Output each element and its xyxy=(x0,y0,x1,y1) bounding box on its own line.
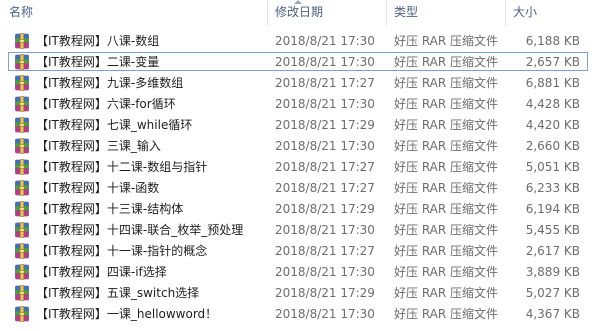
file-type: 好压 RAR 压缩文件 xyxy=(394,265,499,279)
file-type: 好压 RAR 压缩文件 xyxy=(394,76,499,90)
file-size: 4,428 KB xyxy=(525,97,580,111)
file-name: 【IT教程网】一课_hellowword！ xyxy=(36,307,218,321)
file-size: 6,194 KB xyxy=(525,202,580,216)
file-name: 【IT教程网】十课-函数 xyxy=(36,181,160,195)
file-type: 好压 RAR 压缩文件 xyxy=(394,139,499,153)
column-header-size[interactable]: 大小 xyxy=(513,0,537,26)
file-modified: 2018/8/21 17:30 xyxy=(275,139,375,153)
file-name: 【IT教程网】六课-for循环 xyxy=(36,97,176,111)
file-type: 好压 RAR 压缩文件 xyxy=(394,223,499,237)
file-modified: 2018/8/21 17:29 xyxy=(275,286,375,300)
file-size: 5,455 KB xyxy=(525,223,580,237)
file-name: 【IT教程网】九课-多维数组 xyxy=(36,76,184,90)
file-name: 【IT教程网】四课-if选择 xyxy=(36,265,167,279)
file-name: 【IT教程网】十四课-联合_枚举_预处理 xyxy=(36,223,244,237)
file-row[interactable]: 【IT教程网】十二课-数组与指针 2018/8/21 17:27 好压 RAR … xyxy=(0,157,596,177)
file-type: 好压 RAR 压缩文件 xyxy=(394,55,499,69)
file-modified: 2018/8/21 17:30 xyxy=(275,265,375,279)
column-header-bar: 名称 修改日期 类型 大小 xyxy=(0,0,596,26)
winrar-archive-icon xyxy=(14,222,30,238)
winrar-archive-icon xyxy=(14,159,30,175)
file-type: 好压 RAR 压缩文件 xyxy=(394,202,499,216)
file-row[interactable]: 【IT教程网】五课_switch选择 2018/8/21 17:29 好压 RA… xyxy=(0,283,596,303)
file-name: 【IT教程网】二课-变量 xyxy=(36,55,160,69)
file-modified: 2018/8/21 17:30 xyxy=(275,34,375,48)
winrar-archive-icon xyxy=(14,33,30,49)
column-divider[interactable] xyxy=(267,0,268,26)
file-row[interactable]: 【IT教程网】十四课-联合_枚举_预处理 2018/8/21 17:30 好压 … xyxy=(0,220,596,240)
file-modified: 2018/8/21 17:30 xyxy=(275,223,375,237)
file-modified: 2018/8/21 17:27 xyxy=(275,181,375,195)
winrar-archive-icon xyxy=(14,243,30,259)
file-row[interactable]: 【IT教程网】八课-数组 2018/8/21 17:30 好压 RAR 压缩文件… xyxy=(0,31,596,51)
file-row[interactable]: 【IT教程网】二课-变量 2018/8/21 17:30 好压 RAR 压缩文件… xyxy=(0,52,596,72)
column-divider[interactable] xyxy=(386,0,387,26)
winrar-archive-icon xyxy=(14,54,30,70)
file-row[interactable]: 【IT教程网】四课-if选择 2018/8/21 17:30 好压 RAR 压缩… xyxy=(0,262,596,282)
file-name: 【IT教程网】三课_输入 xyxy=(36,139,161,153)
file-size: 4,420 KB xyxy=(525,118,580,132)
file-row[interactable]: 【IT教程网】六课-for循环 2018/8/21 17:30 好压 RAR 压… xyxy=(0,94,596,114)
file-modified: 2018/8/21 17:27 xyxy=(275,76,375,90)
file-size: 6,881 KB xyxy=(525,76,580,90)
winrar-archive-icon xyxy=(14,96,30,112)
file-name: 【IT教程网】十一课-指针的概念 xyxy=(36,244,208,258)
winrar-archive-icon xyxy=(14,285,30,301)
winrar-archive-icon xyxy=(14,117,30,133)
file-type: 好压 RAR 压缩文件 xyxy=(394,118,499,132)
file-name: 【IT教程网】七课_while循环 xyxy=(36,118,193,132)
file-size: 6,233 KB xyxy=(525,181,580,195)
winrar-archive-icon xyxy=(14,264,30,280)
file-type: 好压 RAR 压缩文件 xyxy=(394,181,499,195)
winrar-archive-icon xyxy=(14,306,30,322)
file-size: 4,367 KB xyxy=(525,307,580,321)
file-name: 【IT教程网】五课_switch选择 xyxy=(36,286,200,300)
sort-arrow-icon xyxy=(294,0,302,4)
file-name: 【IT教程网】十二课-数组与指针 xyxy=(36,160,208,174)
file-modified: 2018/8/21 17:30 xyxy=(275,307,375,321)
file-modified: 2018/8/21 17:30 xyxy=(275,97,375,111)
column-divider[interactable] xyxy=(505,0,506,26)
column-header-name[interactable]: 名称 xyxy=(9,0,33,26)
file-modified: 2018/8/21 17:29 xyxy=(275,202,375,216)
file-size: 2,657 KB xyxy=(525,55,580,69)
winrar-archive-icon xyxy=(14,138,30,154)
file-type: 好压 RAR 压缩文件 xyxy=(394,286,499,300)
file-type: 好压 RAR 压缩文件 xyxy=(394,34,499,48)
file-row[interactable]: 【IT教程网】九课-多维数组 2018/8/21 17:27 好压 RAR 压缩… xyxy=(0,73,596,93)
file-type: 好压 RAR 压缩文件 xyxy=(394,97,499,111)
file-row[interactable]: 【IT教程网】七课_while循环 2018/8/21 17:29 好压 RAR… xyxy=(0,115,596,135)
file-size: 3,889 KB xyxy=(525,265,580,279)
file-size: 2,617 KB xyxy=(525,244,580,258)
file-row[interactable]: 【IT教程网】十三课-结构体 2018/8/21 17:29 好压 RAR 压缩… xyxy=(0,199,596,219)
winrar-archive-icon xyxy=(14,201,30,217)
file-name: 【IT教程网】八课-数组 xyxy=(36,34,160,48)
file-size: 6,188 KB xyxy=(525,34,580,48)
file-row[interactable]: 【IT教程网】三课_输入 2018/8/21 17:30 好压 RAR 压缩文件… xyxy=(0,136,596,156)
file-modified: 2018/8/21 17:27 xyxy=(275,244,375,258)
file-modified: 2018/8/21 17:30 xyxy=(275,55,375,69)
file-type: 好压 RAR 压缩文件 xyxy=(394,160,499,174)
winrar-archive-icon xyxy=(14,180,30,196)
column-header-type[interactable]: 类型 xyxy=(394,0,418,26)
file-modified: 2018/8/21 17:27 xyxy=(275,160,375,174)
file-type: 好压 RAR 压缩文件 xyxy=(394,307,499,321)
file-size: 5,027 KB xyxy=(525,286,580,300)
file-row[interactable]: 【IT教程网】一课_hellowword！ 2018/8/21 17:30 好压… xyxy=(0,304,596,324)
file-size: 2,660 KB xyxy=(525,139,580,153)
file-row[interactable]: 【IT教程网】十一课-指针的概念 2018/8/21 17:27 好压 RAR … xyxy=(0,241,596,261)
file-row[interactable]: 【IT教程网】十课-函数 2018/8/21 17:27 好压 RAR 压缩文件… xyxy=(0,178,596,198)
file-name: 【IT教程网】十三课-结构体 xyxy=(36,202,184,216)
file-modified: 2018/8/21 17:29 xyxy=(275,118,375,132)
file-size: 5,051 KB xyxy=(525,160,580,174)
winrar-archive-icon xyxy=(14,75,30,91)
file-type: 好压 RAR 压缩文件 xyxy=(394,244,499,258)
